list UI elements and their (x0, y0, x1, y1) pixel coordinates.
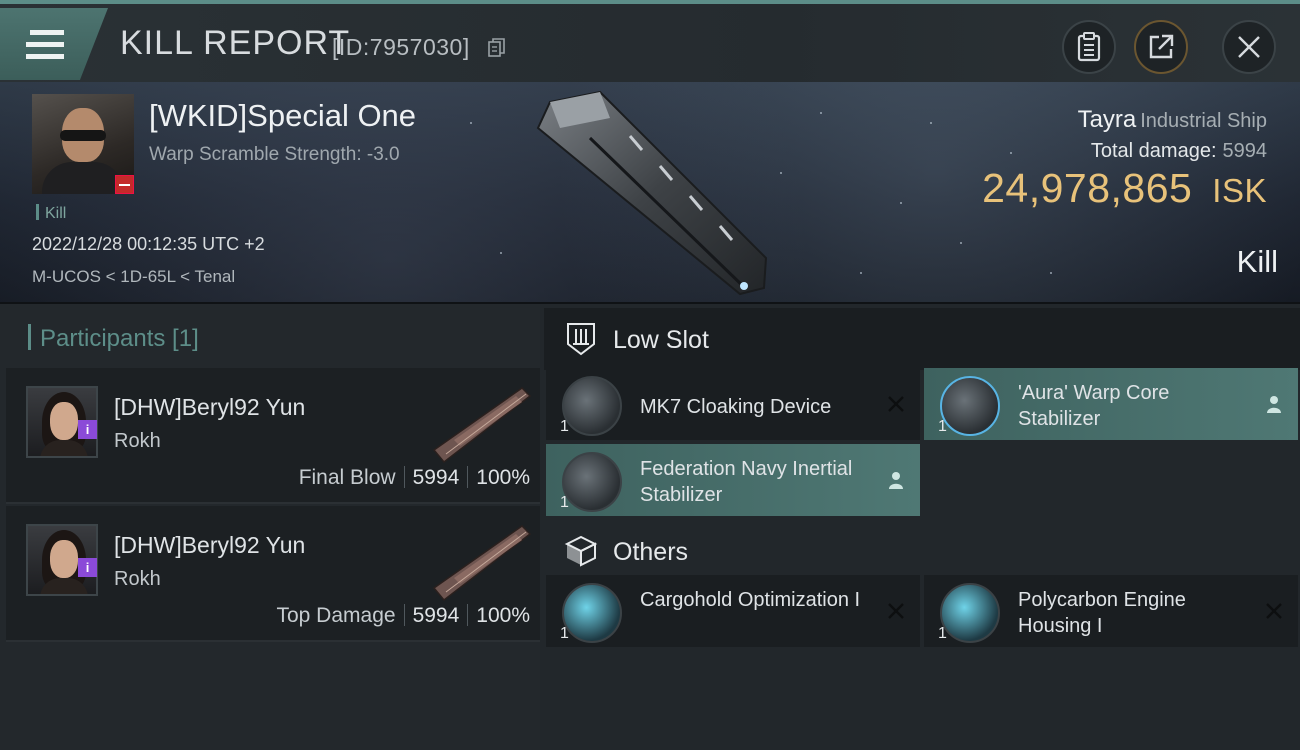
share-icon (1149, 34, 1174, 59)
item-quantity: 1 (560, 625, 569, 642)
kill-report-header: KILL REPORT [ID:7957030] (0, 0, 1300, 82)
participant-damage: 5994 (412, 466, 460, 489)
result-label: Kill (1236, 244, 1278, 279)
fitted-item[interactable]: 1 Polycarbon Engine Housing I (924, 575, 1298, 647)
total-damage-label: Total damage: (1090, 140, 1217, 162)
others-title: Others (613, 538, 689, 566)
kill-location[interactable]: M-UCOS < 1D-65L < Tenal (32, 267, 235, 287)
page-title: KILL REPORT (120, 24, 351, 62)
clipboard-button[interactable] (1062, 20, 1116, 74)
dropped-person-icon (1267, 396, 1281, 413)
info-icon[interactable]: i (78, 420, 97, 439)
total-damage-value: 5994 (1222, 140, 1268, 162)
isk-value: 24,978,865 (982, 165, 1193, 211)
participant-ship: Rokh (114, 430, 161, 452)
cube-icon (564, 535, 598, 567)
rig-icon (562, 583, 622, 643)
ship-class: Industrial Ship (1140, 110, 1267, 132)
kill-timestamp: 2022/12/28 00:12:35 UTC +2 (32, 234, 265, 254)
fitting-panel: Low Slot 1 MK7 Cloaking Device 1 'Aura' … (540, 304, 1300, 750)
item-quantity: 1 (938, 418, 947, 435)
warp-scramble-strength: Warp Scramble Strength: -3.0 (149, 144, 400, 165)
participant-role: Final Blow (298, 466, 396, 489)
ship-render-image (536, 90, 768, 296)
fitted-item[interactable]: 1 Federation Navy Inertial Stabilizer (546, 444, 920, 516)
close-button[interactable] (1222, 20, 1276, 74)
kill-tag: Kill (36, 204, 66, 223)
cloaking-device-icon (562, 376, 622, 436)
hostile-standing-icon (115, 175, 134, 194)
participant-percent: 100% (476, 604, 530, 627)
dropped-person-icon (889, 472, 903, 489)
info-icon[interactable]: i (78, 558, 97, 577)
kill-banner: [WKID]Special One Warp Scramble Strength… (0, 82, 1300, 304)
item-quantity: 1 (560, 418, 569, 435)
victim-name[interactable]: [WKID]Special One (149, 98, 416, 134)
participant-ship-image (432, 387, 532, 464)
participant-row[interactable]: i [DHW]Beryl92 Yun Rokh Final Blow 5994 10… (6, 368, 540, 504)
low-slot-title: Low Slot (613, 326, 709, 354)
item-name: Polycarbon Engine Housing I (1018, 589, 1186, 637)
destroyed-icon (888, 603, 904, 619)
rig-icon (940, 583, 1000, 643)
participant-stats: Final Blow 5994 100% (299, 466, 530, 490)
participant-ship: Rokh (114, 568, 161, 590)
report-id: [ID:7957030] (332, 34, 470, 60)
destroyed-icon (888, 396, 904, 412)
ship-name[interactable]: Tayra (1078, 106, 1137, 133)
participant-percent: 100% (476, 466, 530, 489)
participant-row[interactable]: i [DHW]Beryl92 Yun Rokh Top Damage 5994 10… (6, 506, 540, 642)
item-quantity: 1 (938, 625, 947, 642)
destroyed-icon (1266, 603, 1282, 619)
item-name: 'Aura' Warp Core Stabilizer (1018, 382, 1170, 430)
participant-name[interactable]: [DHW]Beryl92 Yun (114, 394, 305, 421)
menu-button[interactable] (0, 8, 108, 80)
participants-title: Participants [1] (28, 324, 199, 353)
participant-name[interactable]: [DHW]Beryl92 Yun (114, 532, 305, 559)
warp-core-stabilizer-icon (940, 376, 1000, 436)
low-slot-header: Low Slot (544, 308, 1300, 370)
hamburger-icon (26, 30, 64, 66)
item-name: Federation Navy Inertial Stabilizer (640, 458, 853, 506)
isk-unit: ISK (1212, 172, 1267, 209)
inertial-stabilizer-icon (562, 452, 622, 512)
copy-icon[interactable] (488, 38, 506, 58)
others-header: Others (544, 520, 1300, 582)
participant-role: Top Damage (276, 604, 396, 627)
participant-damage: 5994 (412, 604, 460, 627)
participants-panel: Participants [1] i [DHW]Beryl92 Yun Rokh… (0, 304, 540, 750)
fitted-item[interactable]: 1 Cargohold Optimization I (546, 575, 920, 647)
fitted-item[interactable]: 1 MK7 Cloaking Device (546, 368, 920, 440)
low-slot-icon (567, 323, 595, 356)
close-icon (1238, 36, 1260, 58)
item-name: MK7 Cloaking Device (640, 396, 832, 418)
fitted-item[interactable]: 1 'Aura' Warp Core Stabilizer (924, 368, 1298, 440)
share-button[interactable] (1134, 20, 1188, 74)
item-quantity: 1 (560, 494, 569, 511)
item-name: Cargohold Optimization I (640, 589, 861, 611)
ship-summary: Tayra Industrial Ship Total damage: 5994 2… (982, 106, 1267, 212)
participant-stats: Top Damage 5994 100% (276, 604, 530, 628)
clipboard-icon (1077, 32, 1101, 62)
participant-ship-image (432, 525, 532, 602)
